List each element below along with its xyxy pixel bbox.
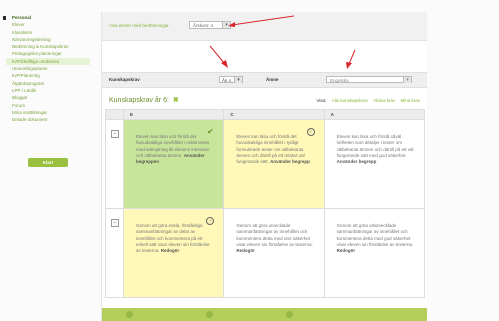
matrix-header: E C A	[105, 109, 425, 120]
close-icon[interactable]: ✖	[173, 97, 179, 104]
sidebar-item[interactable]: Bedömning & Kunskapskrav	[6, 43, 90, 50]
subject-bar: Kunskapskrav Åk 4 ▾ Ämne Engelska ▾	[102, 72, 427, 88]
status-circle-icon[interactable]: ○	[206, 217, 215, 225]
sidebar-item[interactable]: Närvaroregistrering	[6, 36, 90, 43]
active-marker-icon	[3, 16, 6, 20]
sidebar-item[interactable]: Personal	[6, 14, 90, 21]
bottom-circle-icon[interactable]	[206, 311, 213, 318]
area-select[interactable]: Engelska ▾	[326, 76, 412, 83]
filter-links: Visa: Alla kunskapskrav Aktiva krav Mina…	[316, 98, 420, 103]
criterion-keyword: Redogör	[336, 248, 356, 254]
assessment-matrix: E C A − Eleven kan läsa och förstå det hu…	[105, 109, 425, 298]
area-label: Ämne	[266, 77, 279, 82]
subject-select-value: Åk 4	[222, 78, 232, 83]
subject-select[interactable]: Åk 4 ▾	[219, 76, 243, 83]
sidebar-item[interactable]: Mina inställningar	[6, 109, 90, 116]
column-header-c: C	[223, 110, 323, 119]
sidebar-item[interactable]: IUP/Skriftliga omdömen	[6, 57, 90, 66]
criterion-keyword: Använder begrepp	[336, 159, 377, 165]
sidebar-item[interactable]: Elever	[6, 21, 90, 28]
area-select-value: Engelska	[330, 78, 349, 83]
row-expand-checkbox[interactable]: −	[111, 130, 119, 138]
checkmark-icon[interactable]: ✔	[206, 128, 214, 136]
row-select-cell: −	[106, 120, 123, 208]
chevron-down-icon: ▾	[403, 77, 411, 83]
criterion-text: Genom att göra välutvecklade sammanfattn…	[336, 223, 414, 247]
sidebar-item[interactable]: Åtgärdsprogram	[6, 80, 90, 87]
annotation-arrow	[209, 45, 228, 68]
matrix-title: Kunskapskrav år 6: ✖	[109, 96, 179, 104]
sidebar: Personal Elever Klasslistor Närvaroregistre…	[3, 14, 90, 123]
matrix-header-spacer	[106, 110, 123, 119]
criterion-cell[interactable]: Eleven kan läsa och förstå såväl helhete…	[323, 120, 424, 208]
app-window: Personal Elever Klasslistor Närvaroregistre…	[0, 0, 499, 321]
sidebar-item[interactable]: Forum	[6, 102, 90, 109]
criterion-text: Eleven kan läsa och förstå såväl helhete…	[336, 134, 414, 158]
criterion-cell[interactable]: Eleven kan läsa och förstå det huvudsakl…	[223, 120, 324, 208]
status-circle-icon[interactable]: ○	[306, 128, 315, 136]
sidebar-item[interactable]: Pedagogiska planeringar	[6, 50, 90, 57]
sidebar-action-button[interactable]: Klart	[28, 158, 68, 167]
bottom-circle-icon[interactable]	[286, 311, 293, 318]
row-select-cell: −	[106, 209, 123, 297]
chevron-down-icon: ▾	[234, 77, 242, 83]
criterion-keyword: Redogör	[160, 248, 180, 254]
sidebar-item[interactable]: Utvecklingsplaner	[6, 65, 90, 72]
level-select[interactable]: Årskurs: 4 ▾	[189, 21, 231, 29]
bottom-bar	[102, 308, 427, 321]
criterion-cell[interactable]: Eleven kan läsa och förstå det huvudsakl…	[123, 120, 224, 208]
column-header-e: E	[123, 110, 223, 119]
subject-label: Kunskapskrav	[109, 77, 140, 82]
criterion-keyword: Redogör	[236, 248, 255, 254]
matrix-row: − Genom att göra enkla, förståeliga samma…	[105, 209, 425, 298]
sidebar-item[interactable]: Bloggar	[6, 94, 90, 101]
level-select-value: Årskurs: 4	[193, 23, 214, 28]
criterion-cell[interactable]: Genom att göra välutvecklade sammanfattn…	[323, 209, 424, 297]
sidebar-item[interactable]: Delade dokument	[6, 116, 90, 123]
filter-links-prefix: Visa:	[316, 98, 327, 103]
matrix-title-text: Kunskapskrav år 6:	[109, 97, 169, 104]
row-expand-checkbox[interactable]: −	[111, 219, 119, 227]
filter-link-active[interactable]: Aktiva krav	[373, 98, 395, 103]
annotation-arrow	[228, 15, 295, 27]
bottom-circle-icon[interactable]	[126, 311, 133, 318]
annotation-arrow	[346, 49, 356, 69]
main-panel: Visa elever med bedömningar Årskurs: 4 ▾…	[101, 12, 427, 321]
criterion-keyword: Använder begrepp	[270, 159, 310, 165]
filter-link-all[interactable]: Alla kunskapskrav	[332, 98, 368, 103]
sidebar-item[interactable]: IUP/Planering	[6, 72, 90, 79]
show-students-link[interactable]: Visa elever med bedömningar	[109, 23, 169, 28]
column-header-a: A	[323, 110, 424, 119]
filter-link-mine[interactable]: Mina krav	[400, 98, 420, 103]
matrix-row: − Eleven kan läsa och förstå det huvudsak…	[105, 120, 425, 209]
sidebar-item[interactable]: LPP / Lärdik	[6, 87, 90, 94]
criterion-text: Genom att göra utvecklade sammanfattning…	[236, 223, 313, 247]
criterion-cell[interactable]: Genom att göra utvecklade sammanfattning…	[223, 209, 323, 297]
criterion-cell[interactable]: Genom att göra enkla, förståeliga samman…	[123, 209, 224, 297]
sidebar-item[interactable]: Klasslistor	[6, 29, 90, 36]
